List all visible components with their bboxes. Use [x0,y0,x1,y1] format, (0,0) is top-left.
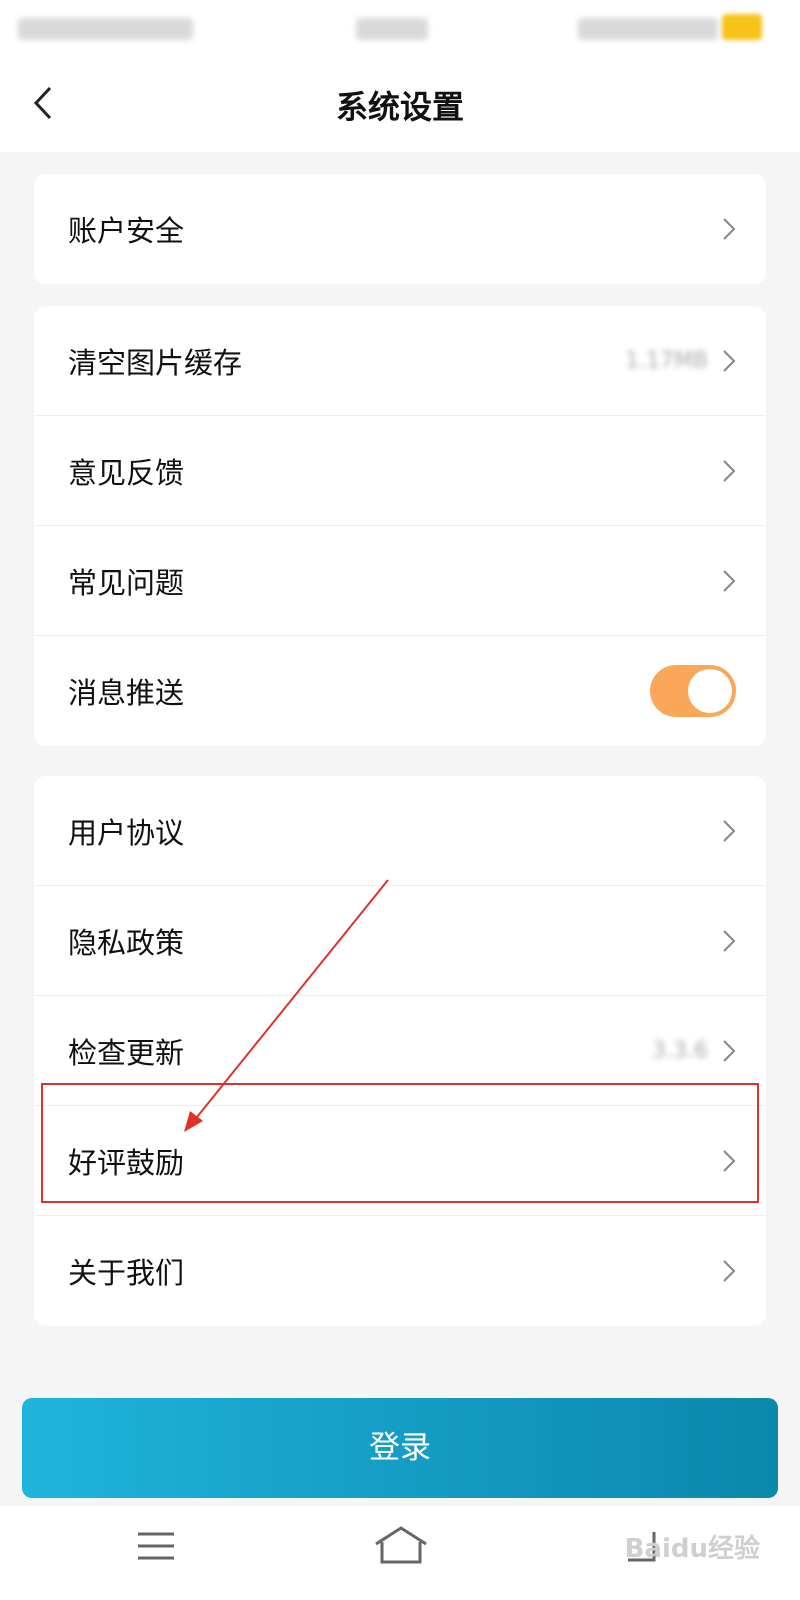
row-clear-image-cache[interactable]: 清空图片缓存 1.17MB [34,306,766,416]
row-label: 好评鼓励 [68,1145,185,1180]
chevron-right-icon [723,349,736,372]
carrier-signal [18,18,193,40]
row-label: 常见问题 [68,565,185,600]
toggle-knob [688,669,732,713]
home-icon[interactable] [374,1526,428,1566]
header: 系统设置 [0,56,800,152]
chevron-right-icon [723,1149,736,1172]
battery-icon [722,14,762,40]
row-label: 关于我们 [68,1256,185,1290]
chevron-right-icon [723,218,736,240]
page-title: 系统设置 [335,88,464,126]
row-label: 意见反馈 [68,455,185,490]
push-notification-toggle[interactable] [650,665,736,717]
row-label: 清空图片缓存 [68,345,243,380]
status-icons [578,18,718,40]
watermark: Baidu经验 [624,1534,760,1564]
chevron-right-icon [723,1039,736,1062]
row-feedback[interactable]: 意见反馈 [34,416,766,526]
chevron-right-icon [723,819,736,842]
chevron-right-icon [723,569,736,592]
row-label: 消息推送 [68,676,185,710]
row-faq[interactable]: 常见问题 [34,526,766,636]
settings-group-account: 账户安全 [34,174,766,284]
login-button[interactable]: 登录 [22,1398,778,1498]
chevron-right-icon [723,459,736,482]
row-user-agreement[interactable]: 用户协议 [34,776,766,886]
status-bar [0,0,800,56]
row-label: 隐私政策 [68,925,185,960]
version-value: 3.3.6 [652,1038,708,1063]
row-privacy-policy[interactable]: 隐私政策 [34,886,766,996]
row-about-us[interactable]: 关于我们 [34,1216,766,1326]
row-label: 检查更新 [68,1035,185,1070]
row-account-security[interactable]: 账户安全 [34,174,766,284]
clock [356,18,428,40]
row-push-notifications: 消息推送 [34,636,766,746]
row-check-update[interactable]: 检查更新 3.3.6 [34,996,766,1106]
chevron-right-icon [723,929,736,952]
settings-group-about: 用户协议 隐私政策 检查更新 3.3.6 好评鼓励 关于我们 [34,776,766,1326]
cache-size-value: 1.17MB [624,348,708,373]
row-label: 用户协议 [68,815,185,850]
chevron-right-icon [723,1260,736,1282]
row-label: 账户安全 [68,214,185,248]
row-rate-app[interactable]: 好评鼓励 [34,1106,766,1216]
menu-icon[interactable] [136,1526,176,1566]
settings-group-general: 清空图片缓存 1.17MB 意见反馈 常见问题 消息推送 [34,306,766,746]
